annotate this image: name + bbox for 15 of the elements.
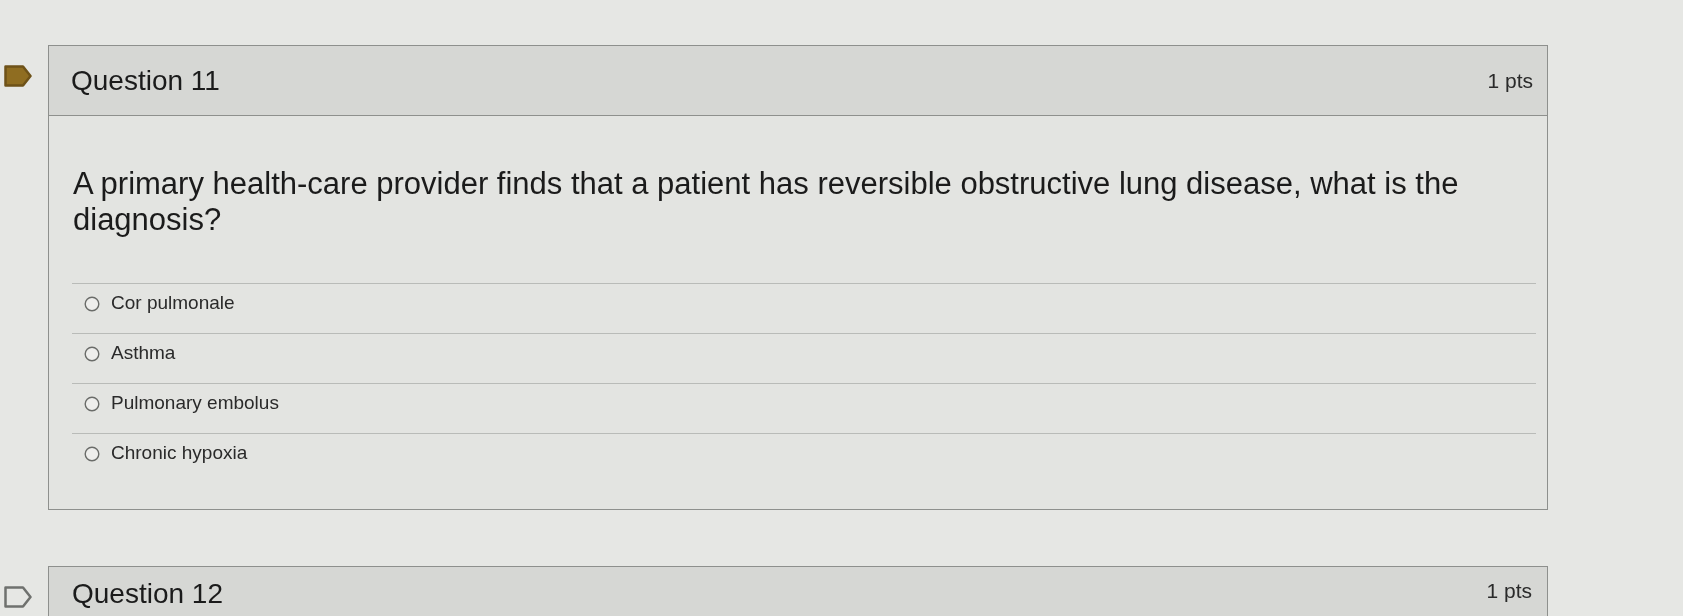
question-text: A primary health-care provider finds that a patient has reversible obstructive lung disease, what is the diagnosis?	[72, 166, 1460, 238]
answer-option[interactable]: Asthma	[72, 333, 1536, 383]
radio-button[interactable]	[84, 345, 100, 362]
radio-button[interactable]	[84, 445, 100, 462]
radio-button[interactable]	[84, 295, 100, 312]
question-points: 1 pts	[1486, 578, 1532, 604]
filled-flag-icon[interactable]	[4, 65, 32, 87]
question-title: Question 11	[71, 63, 220, 98]
question-title: Question 12	[72, 577, 223, 611]
answer-option[interactable]: Cor pulmonale	[72, 283, 1536, 333]
answer-option[interactable]: Pulmonary embolus	[72, 383, 1536, 433]
outline-flag-icon[interactable]	[4, 586, 32, 608]
answer-option[interactable]: Chronic hypoxia	[72, 433, 1536, 483]
question-points: 1 pts	[1487, 67, 1533, 94]
radio-button[interactable]	[84, 395, 100, 412]
